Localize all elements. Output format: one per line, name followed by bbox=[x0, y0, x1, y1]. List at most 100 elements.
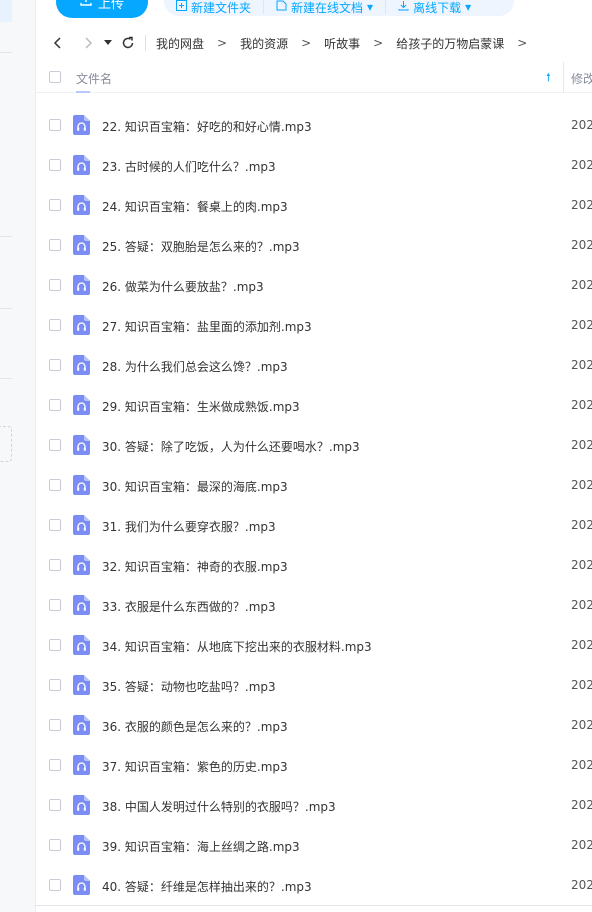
table-row[interactable]: 28. 为什么我们总会这么馋？.mp3 202 bbox=[35, 345, 592, 385]
audio-file-icon bbox=[73, 395, 90, 415]
file-name[interactable]: 30. 答疑：除了吃饭，人为什么还要喝水？.mp3 bbox=[102, 438, 360, 455]
row-checkbox[interactable] bbox=[49, 519, 61, 531]
back-button[interactable] bbox=[47, 32, 69, 54]
row-checkbox[interactable] bbox=[49, 639, 61, 651]
table-row[interactable]: 26. 做菜为什么要放盐？.mp3 202 bbox=[35, 265, 592, 305]
chevron-left-icon bbox=[53, 37, 61, 49]
file-name[interactable]: 29. 知识百宝箱：生米做成熟饭.mp3 bbox=[102, 398, 300, 415]
table-row[interactable]: 32. 知识百宝箱：神奇的衣服.mp3 202 bbox=[35, 545, 592, 585]
file-name[interactable]: 40. 答疑：纤维是怎样抽出来的？.mp3 bbox=[102, 878, 312, 895]
breadcrumb-arrow-icon[interactable]: > bbox=[506, 36, 538, 50]
new-folder-button[interactable]: 新建文件夹 bbox=[164, 0, 265, 15]
file-modified-date: 202 bbox=[571, 438, 592, 452]
file-name[interactable]: 39. 知识百宝箱：海上丝绸之路.mp3 bbox=[102, 838, 300, 855]
breadcrumb-arrow-icon: > bbox=[301, 36, 312, 50]
breadcrumb-item[interactable]: 听故事 bbox=[322, 35, 362, 52]
table-row[interactable]: 27. 知识百宝箱：盐里面的添加剂.mp3 202 bbox=[35, 305, 592, 345]
row-checkbox[interactable] bbox=[49, 239, 61, 251]
file-name[interactable]: 32. 知识百宝箱：神奇的衣服.mp3 bbox=[102, 558, 288, 575]
column-divider[interactable] bbox=[563, 62, 564, 92]
sidebar-active-item[interactable] bbox=[0, 0, 12, 22]
row-checkbox[interactable] bbox=[49, 839, 61, 851]
forward-button[interactable] bbox=[77, 32, 99, 54]
file-modified-date: 202 bbox=[571, 518, 592, 532]
file-name[interactable]: 37. 知识百宝箱：紫色的历史.mp3 bbox=[102, 758, 288, 775]
file-name[interactable]: 24. 知识百宝箱：餐桌上的肉.mp3 bbox=[102, 198, 288, 215]
file-name[interactable]: 26. 做菜为什么要放盐？.mp3 bbox=[102, 278, 264, 295]
row-checkbox[interactable] bbox=[49, 199, 61, 211]
audio-file-icon bbox=[73, 115, 90, 135]
table-row[interactable]: 22. 知识百宝箱：好吃的和好心情.mp3 202 bbox=[35, 105, 592, 145]
offline-download-button[interactable]: 离线下载 ▾ bbox=[386, 0, 483, 15]
file-name[interactable]: 22. 知识百宝箱：好吃的和好心情.mp3 bbox=[102, 118, 312, 135]
table-row[interactable]: 33. 衣服是什么东西做的？.mp3 202 bbox=[35, 585, 592, 625]
table-row[interactable]: 23. 古时候的人们吃什么？.mp3 202 bbox=[35, 145, 592, 185]
file-modified-date: 202 bbox=[571, 278, 592, 292]
table-row[interactable]: 36. 衣服的颜色是怎么来的？.mp3 202 bbox=[35, 705, 592, 745]
file-name[interactable]: 31. 我们为什么要穿衣服？.mp3 bbox=[102, 518, 276, 535]
history-dropdown-button[interactable] bbox=[101, 32, 115, 54]
row-checkbox[interactable] bbox=[49, 759, 61, 771]
file-name[interactable]: 27. 知识百宝箱：盐里面的添加剂.mp3 bbox=[102, 318, 312, 335]
table-row[interactable]: 30. 答疑：除了吃饭，人为什么还要喝水？.mp3 202 bbox=[35, 425, 592, 465]
table-row[interactable]: 35. 答疑：动物也吃盐吗？.mp3 202 bbox=[35, 665, 592, 705]
sort-ascending-icon[interactable]: 🠕 bbox=[546, 69, 551, 88]
row-checkbox[interactable] bbox=[49, 159, 61, 171]
row-checkbox[interactable] bbox=[49, 119, 61, 131]
row-checkbox[interactable] bbox=[49, 359, 61, 371]
file-name[interactable]: 34. 知识百宝箱：从地底下挖出来的衣服材料.mp3 bbox=[102, 638, 372, 655]
file-name[interactable]: 28. 为什么我们总会这么馋？.mp3 bbox=[102, 358, 288, 375]
file-name[interactable]: 36. 衣服的颜色是怎么来的？.mp3 bbox=[102, 718, 288, 735]
new-doc-button[interactable]: 新建在线文档 ▾ bbox=[264, 0, 387, 15]
refresh-button[interactable] bbox=[117, 32, 139, 54]
select-all-checkbox[interactable] bbox=[49, 71, 61, 83]
file-name[interactable]: 38. 中国人发明过什么特别的衣服吗？.mp3 bbox=[102, 798, 336, 815]
row-checkbox[interactable] bbox=[49, 319, 61, 331]
table-row[interactable]: 29. 知识百宝箱：生米做成熟饭.mp3 202 bbox=[35, 385, 592, 425]
row-checkbox[interactable] bbox=[49, 599, 61, 611]
table-row[interactable]: 34. 知识百宝箱：从地底下挖出来的衣服材料.mp3 202 bbox=[35, 625, 592, 665]
sidebar-dashed-box[interactable] bbox=[0, 426, 12, 462]
file-modified-date: 202 bbox=[571, 838, 592, 852]
file-modified-date: 202 bbox=[571, 158, 592, 172]
row-checkbox[interactable] bbox=[49, 879, 61, 891]
file-modified-date: 202 bbox=[571, 598, 592, 612]
action-toolbar: 上传 新建文件夹 新建在线文档 ▾ 离线下载 ▾ bbox=[35, 0, 592, 22]
row-checkbox[interactable] bbox=[49, 719, 61, 731]
sidebar-divider bbox=[0, 378, 12, 379]
upload-icon bbox=[80, 0, 92, 10]
new-folder-icon bbox=[176, 0, 187, 14]
column-header-modified[interactable]: 修改 bbox=[571, 70, 592, 87]
row-checkbox[interactable] bbox=[49, 679, 61, 691]
audio-file-icon bbox=[73, 475, 90, 495]
file-name[interactable]: 33. 衣服是什么东西做的？.mp3 bbox=[102, 598, 276, 615]
row-checkbox[interactable] bbox=[49, 799, 61, 811]
table-row[interactable]: 39. 知识百宝箱：海上丝绸之路.mp3 202 bbox=[35, 825, 592, 865]
file-name[interactable]: 25. 答疑：双胞胎是怎么来的？.mp3 bbox=[102, 238, 300, 255]
row-checkbox[interactable] bbox=[49, 439, 61, 451]
table-row[interactable]: 31. 我们为什么要穿衣服？.mp3 202 bbox=[35, 505, 592, 545]
table-row[interactable]: 30. 知识百宝箱：最深的海底.mp3 202 bbox=[35, 465, 592, 505]
row-checkbox[interactable] bbox=[49, 479, 61, 491]
breadcrumb-item[interactable]: 给孩子的万物启蒙课 bbox=[394, 35, 506, 52]
upload-button[interactable]: 上传 bbox=[56, 0, 148, 18]
table-row[interactable]: 38. 中国人发明过什么特别的衣服吗？.mp3 202 bbox=[35, 785, 592, 825]
sidebar-divider bbox=[0, 52, 12, 53]
row-checkbox[interactable] bbox=[49, 559, 61, 571]
audio-file-icon bbox=[73, 835, 90, 855]
table-row[interactable]: 24. 知识百宝箱：餐桌上的肉.mp3 202 bbox=[35, 185, 592, 225]
refresh-icon bbox=[122, 36, 134, 49]
table-row[interactable]: 40. 答疑：纤维是怎样抽出来的？.mp3 202 bbox=[35, 865, 592, 905]
breadcrumb-item[interactable]: 我的资源 bbox=[238, 35, 290, 52]
file-name[interactable]: 30. 知识百宝箱：最深的海底.mp3 bbox=[102, 478, 288, 495]
column-header-name[interactable]: 文件名 bbox=[76, 70, 112, 87]
table-row[interactable]: 25. 答疑：双胞胎是怎么来的？.mp3 202 bbox=[35, 225, 592, 265]
row-checkbox[interactable] bbox=[49, 279, 61, 291]
file-name[interactable]: 23. 古时候的人们吃什么？.mp3 bbox=[102, 158, 276, 175]
breadcrumb-item[interactable]: 我的网盘 bbox=[154, 35, 206, 52]
file-modified-date: 202 bbox=[571, 798, 592, 812]
audio-file-icon bbox=[73, 755, 90, 775]
row-checkbox[interactable] bbox=[49, 399, 61, 411]
table-row[interactable]: 37. 知识百宝箱：紫色的历史.mp3 202 bbox=[35, 745, 592, 785]
file-name[interactable]: 35. 答疑：动物也吃盐吗？.mp3 bbox=[102, 678, 276, 695]
